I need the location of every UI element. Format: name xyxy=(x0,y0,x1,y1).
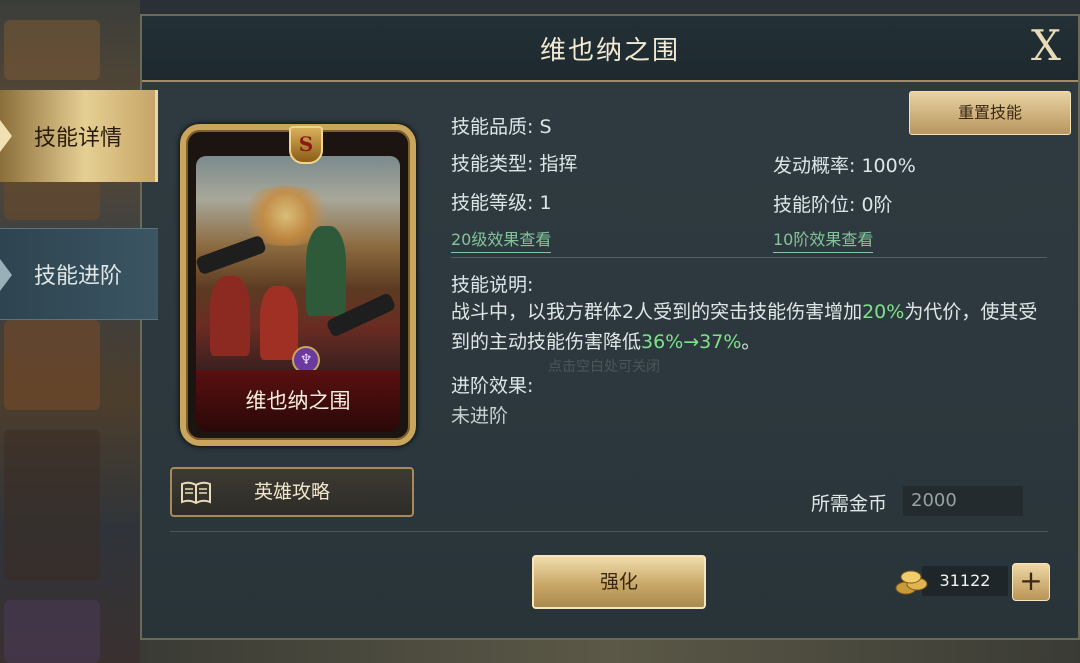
coin-balance: 31122 xyxy=(922,566,1008,596)
close-hint: 点击空白处可关闭 xyxy=(548,359,660,375)
advance-effect-title: 进阶效果: xyxy=(451,375,534,397)
panel-header: 维也纳之围 X xyxy=(142,16,1078,82)
description-highlight: 36%→37% xyxy=(641,331,742,353)
skill-type: 技能类型: 指挥 xyxy=(451,153,578,175)
skill-rank: 技能阶位: 0阶 xyxy=(773,194,893,216)
background-tile xyxy=(4,600,100,663)
rank-effect-link[interactable]: 10阶效果查看 xyxy=(773,226,874,253)
cost-label: 所需金币 xyxy=(811,493,888,515)
background-tile xyxy=(4,320,100,410)
soldier-figure xyxy=(260,286,298,360)
cost-value: 2000 xyxy=(903,486,1023,516)
description-text: 。 xyxy=(741,331,761,353)
dialog-title: 维也纳之围 xyxy=(539,36,680,66)
cannon-barrel xyxy=(196,234,267,276)
skill-description: 战斗中，以我方群体2人受到的突击技能伤害增加20%为代价，使其受到的主动技能伤害… xyxy=(451,297,1051,357)
reset-skill-button[interactable]: 重置技能 xyxy=(909,91,1071,135)
hero-strategy-button[interactable]: 英雄攻略 xyxy=(170,467,414,517)
skill-quality: 技能品质: S xyxy=(451,116,552,138)
chevron-right-icon xyxy=(0,259,12,291)
enhance-button[interactable]: 强化 xyxy=(532,555,706,609)
description-text: 战斗中，以我方群体2人受到的突击技能伤害增加 xyxy=(451,301,863,323)
soldier-figure xyxy=(306,226,346,316)
trigger-rate: 发动概率: 100% xyxy=(773,155,916,177)
tab-label: 技能详情 xyxy=(34,126,123,151)
tab-label: 技能进阶 xyxy=(34,264,123,289)
skill-card-artwork xyxy=(196,156,400,370)
soldier-figure xyxy=(210,276,250,356)
background-scene-bottom xyxy=(140,640,1080,663)
background-tile xyxy=(4,430,100,580)
chevron-right-icon xyxy=(0,120,12,152)
skill-level: 技能等级: 1 xyxy=(451,192,552,214)
tab-skill-details[interactable]: 技能详情 xyxy=(0,90,158,182)
background-tile xyxy=(4,180,100,220)
skill-card: S ♆ 维也纳之围 xyxy=(180,124,416,446)
description-highlight: 20% xyxy=(862,301,905,323)
advance-effect-value: 未进阶 xyxy=(451,405,509,427)
add-coins-button[interactable]: + xyxy=(1012,563,1050,601)
skill-card-name: 维也纳之围 xyxy=(196,370,400,432)
bottom-divider xyxy=(170,531,1048,532)
skill-description-title: 技能说明: xyxy=(451,274,534,296)
close-button[interactable]: X xyxy=(1022,22,1070,70)
level-effect-link[interactable]: 20级效果查看 xyxy=(451,226,552,253)
grade-badge: S xyxy=(289,126,323,164)
gold-coins-icon xyxy=(895,570,928,595)
hero-strategy-label: 英雄攻略 xyxy=(253,481,330,503)
background-tile xyxy=(4,20,100,80)
section-divider xyxy=(451,257,1047,258)
tab-skill-advance[interactable]: 技能进阶 xyxy=(0,228,158,320)
